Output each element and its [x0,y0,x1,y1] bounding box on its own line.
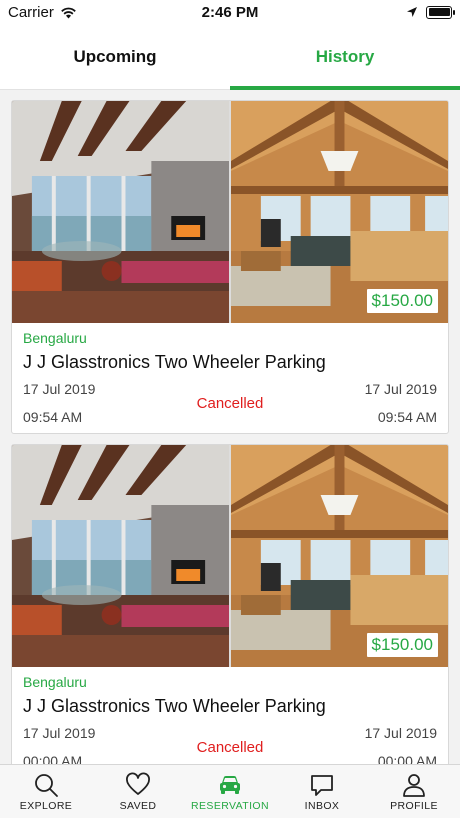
city-label: Bengaluru [23,674,87,690]
price-badge: $150.00 [366,289,438,313]
start-time: 09:54 AM [23,409,83,425]
location-arrow-icon [407,7,417,17]
start-time: 00:00 AM [23,753,83,764]
nav-explore[interactable]: EXPLORE [0,765,92,818]
living-room-photo [12,101,229,323]
nav-reservation[interactable]: RESERVATION [184,765,276,818]
tab-upcoming[interactable]: Upcoming [0,24,230,89]
tab-history[interactable]: History [230,24,460,90]
nav-profile[interactable]: PROFILE [368,765,460,818]
price-badge: $150.00 [366,633,438,657]
heart-icon [126,772,150,795]
search-icon [35,774,58,797]
battery-icon [426,5,455,19]
living-room-photo [12,445,229,667]
car-icon [220,776,240,794]
nav-label: EXPLORE [19,800,73,812]
reservation-list[interactable]: $150.00 Bengaluru J J Glasstronics Two W… [0,90,460,764]
status-bar: Carrier 2:46 PM [0,0,460,24]
end-time: 09:54 AM [377,409,437,425]
reservation-card[interactable]: $150.00 Bengaluru J J Glasstronics Two W… [11,100,449,434]
nav-label: PROFILE [390,800,438,812]
chat-icon [311,775,333,796]
end-time: 00:00 AM [377,753,437,764]
nav-saved[interactable]: SAVED [92,765,184,818]
nav-label: RESERVATION [191,800,269,812]
city-label: Bengaluru [23,330,87,346]
parking-title: J J Glasstronics Two Wheeler Parking [23,352,326,372]
photo-gallery[interactable]: $150.00 [12,445,448,667]
reservation-card[interactable]: $150.00 Bengaluru J J Glasstronics Two W… [11,444,449,764]
nav-inbox[interactable]: INBOX [276,765,368,818]
cabin-interior-photo: $150.00 [231,101,448,323]
nav-label: INBOX [304,800,340,812]
cabin-interior-photo: $150.00 [231,445,448,667]
nav-label: SAVED [119,800,157,812]
bottom-navigation: EXPLORE SAVED RESERVATION INBOX PROFILE [0,764,460,818]
parking-title: J J Glasstronics Two Wheeler Parking [23,696,326,716]
wifi-icon [61,7,76,18]
reservation-tabs: Upcoming History [0,24,460,90]
person-icon [403,774,425,797]
photo-gallery[interactable]: $150.00 [12,101,448,323]
carrier-label: Carrier [8,3,54,21]
